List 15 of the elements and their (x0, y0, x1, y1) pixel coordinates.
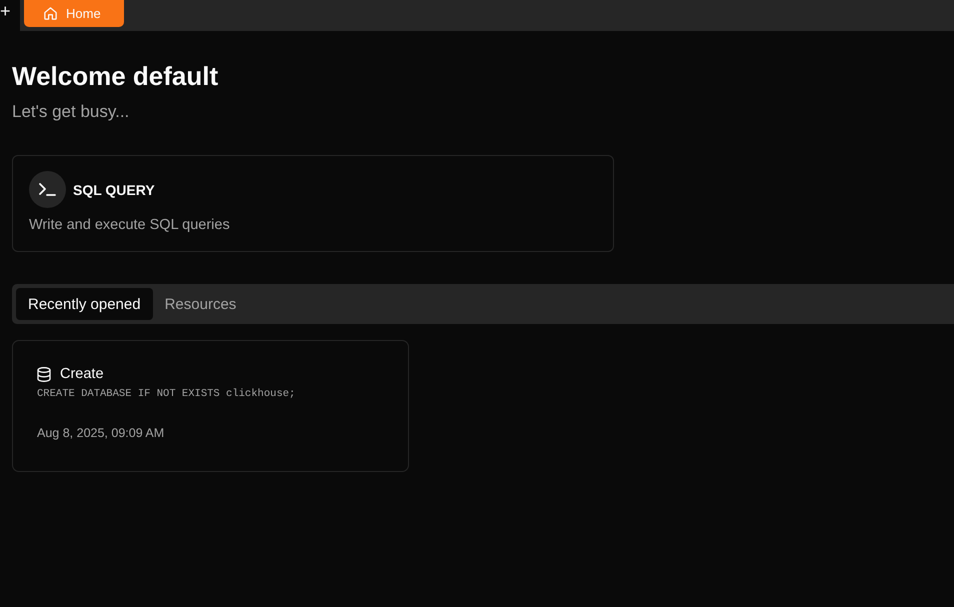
welcome-subtitle: Let's get busy... (12, 101, 130, 123)
query-title: Create (60, 366, 104, 382)
house-icon (43, 6, 58, 21)
recent-query-card[interactable]: Create CREATE DATABASE IF NOT EXISTS clickhouse; Aug 8, 2025, 09:09 AM (12, 340, 409, 472)
opened-date: Aug 8, 2025, 09:09 AM (37, 426, 166, 440)
section-tab[interactable]: Recently opened (16, 288, 153, 320)
new-tab-button[interactable]: + (0, 0, 13, 22)
terminal-icon (29, 171, 66, 208)
database-icon (37, 366, 51, 382)
card-description: Write and execute SQL queries (29, 217, 231, 233)
card-title: SQL QUERY (73, 182, 155, 198)
query-text: CREATE DATABASE IF NOT EXISTS clickhouse; (37, 388, 296, 400)
welcome-title: Welcome default (12, 60, 220, 92)
sql-query-card[interactable]: SQL QUERY Write and execute SQL queries (12, 155, 614, 252)
section-tab[interactable]: Resources (152, 288, 248, 320)
